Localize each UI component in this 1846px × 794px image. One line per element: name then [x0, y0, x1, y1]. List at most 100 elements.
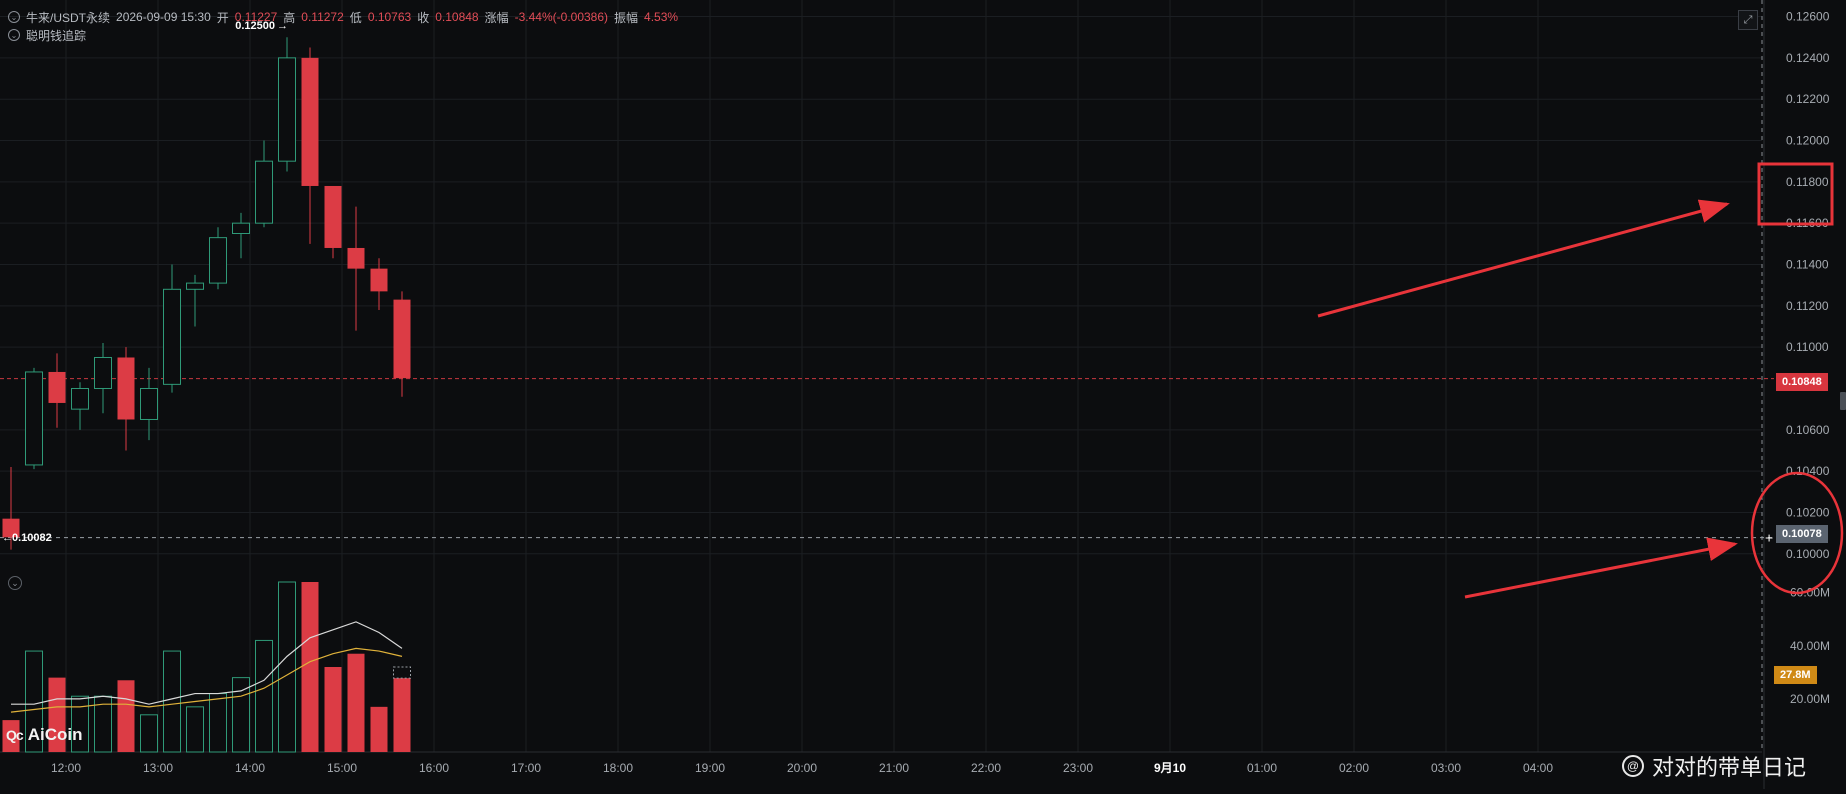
crosshair-price-badge: 0.10078 — [1776, 525, 1828, 543]
volume-bar — [370, 706, 388, 752]
price-scroll-handle — [1840, 392, 1846, 410]
time-tick-label: 03:00 — [1431, 761, 1461, 775]
volume-bar — [209, 693, 227, 753]
logo-mark: Qc — [6, 727, 24, 743]
volume-ma-yellow — [10, 647, 403, 713]
time-tick-label: 12:00 — [51, 761, 81, 775]
watermark: @ 对对的带单日记 — [1622, 750, 1806, 782]
time-tick-label: 21:00 — [879, 761, 909, 775]
candle-body — [209, 237, 227, 284]
candle-body — [186, 282, 204, 290]
volume-collapse-icon[interactable]: ⌄ — [8, 576, 22, 590]
volume-tick-label: 40.00M — [1790, 639, 1830, 653]
time-tick-label: 17:00 — [511, 761, 541, 775]
volume-ma-white — [11, 621, 403, 705]
candle-body — [71, 387, 89, 410]
time-tick-label: 18:00 — [603, 761, 633, 775]
candle-body — [94, 356, 112, 389]
annotation-box — [1757, 162, 1834, 226]
high-value: 0.11272 — [301, 10, 344, 24]
amplitude-label: 振幅 — [614, 10, 639, 25]
indicator-name[interactable]: 聪明钱追踪 — [26, 27, 86, 44]
chevron-down-icon[interactable]: ⌄ — [8, 29, 20, 41]
amplitude-value: 4.53% — [644, 10, 679, 24]
price-tick-label: 0.11000 — [1786, 340, 1829, 354]
time-tick-label: 15:00 — [327, 761, 357, 775]
candle-body — [393, 299, 411, 379]
candle-body — [163, 288, 181, 385]
candle-body — [301, 57, 319, 186]
volume-bar — [255, 639, 273, 753]
indicator-header: ⌄ 聪明钱追踪 — [8, 26, 86, 44]
price-tick-label: 0.11400 — [1786, 258, 1829, 272]
price-tick-label: 0.11200 — [1786, 299, 1829, 313]
price-tick-label: 0.10600 — [1786, 423, 1830, 437]
fullscreen-icon[interactable]: ⤢ — [1738, 10, 1758, 30]
volume-bar — [140, 714, 158, 753]
volume-bar — [117, 680, 135, 752]
volume-bar — [347, 653, 365, 752]
symbol-name: 牛来/USDT永续 — [26, 10, 111, 25]
last-price-badge: 0.10848 — [1776, 373, 1828, 391]
time-tick-label: 22:00 — [971, 761, 1001, 775]
logo-text: AiCoin — [27, 725, 83, 744]
price-tick-label: 0.12600 — [1786, 10, 1830, 24]
annotation-arrow-low — [1464, 537, 1738, 599]
time-tick-label: 20:00 — [787, 761, 817, 775]
change-label: 涨幅 — [484, 10, 509, 25]
time-tick-label: 01:00 — [1247, 761, 1277, 775]
candle-body — [278, 57, 296, 162]
time-tick-label: 9月10 — [1154, 761, 1186, 775]
price-tick-label: 0.10400 — [1786, 464, 1830, 478]
candle-body — [232, 222, 250, 235]
time-tick-label: 14:00 — [235, 761, 265, 775]
open-value: 0.11227 — [234, 10, 278, 24]
time-tick-label: 16:00 — [419, 761, 449, 775]
candle-body — [25, 371, 43, 466]
price-tick-label: 0.10200 — [1786, 505, 1830, 519]
bar-datetime: 2026-09-09 15:30 — [116, 10, 211, 24]
price-tick-label: 0.10000 — [1786, 547, 1830, 561]
volume-tick-label: 20.00M — [1790, 692, 1830, 706]
ohlc-header: ⌄ 牛来/USDT永续 2026-09-09 15:30 开 0.11227 高… — [8, 8, 678, 26]
volume-bar — [301, 582, 319, 752]
candle-body — [117, 357, 135, 420]
price-tick-label: 0.12200 — [1786, 92, 1830, 106]
close-label: 收 — [417, 10, 430, 25]
aicoin-logo: Qc AiCoin — [6, 725, 82, 745]
candle-body — [324, 185, 342, 248]
time-tick-label: 19:00 — [695, 761, 725, 775]
candle-body — [48, 371, 66, 403]
time-tick-label: 23:00 — [1063, 761, 1093, 775]
open-label: 开 — [216, 10, 229, 25]
volume-badge: 27.8M — [1774, 666, 1817, 684]
crosshair-plus-icon: + — [1765, 530, 1773, 546]
watermark-text: 对对的带单日记 — [1652, 755, 1807, 780]
volume-bar — [324, 667, 342, 752]
change-value: -3.44%(-0.00386) — [514, 10, 609, 24]
time-tick-label: 04:00 — [1523, 761, 1553, 775]
volume-bar — [163, 650, 181, 753]
candle-body — [140, 387, 158, 420]
volume-forming-box — [393, 666, 411, 679]
low-label: 低 — [349, 10, 362, 25]
candlestick-chart[interactable]: 0.12600 0.12400 0.12200 0.12000 0.11800 0.116… — [0, 0, 1846, 789]
at-icon: @ — [1622, 755, 1644, 777]
high-label: 高 — [283, 10, 296, 25]
volume-bar — [278, 581, 296, 753]
time-tick-label: 13:00 — [143, 761, 173, 775]
candle-body — [255, 160, 273, 224]
price-tick-label: 0.11800 — [1786, 175, 1829, 189]
price-tick-label: 0.12400 — [1786, 51, 1830, 65]
price-tick-label: 0.12000 — [1786, 134, 1830, 148]
chart-canvas[interactable]: 0.126000.124000.122000.120000.118000.116… — [0, 0, 1846, 789]
low-marker-label: 0.10082 — [12, 532, 52, 544]
volume-bar — [393, 678, 411, 752]
chevron-down-icon[interactable]: ⌄ — [8, 11, 20, 23]
time-tick-label: 02:00 — [1339, 761, 1369, 775]
low-value: 0.10763 — [367, 10, 412, 24]
annotation-arrow-up — [1317, 199, 1730, 318]
candle-body — [347, 247, 365, 269]
close-value: 0.10848 — [435, 10, 479, 24]
candle-body — [370, 268, 388, 292]
